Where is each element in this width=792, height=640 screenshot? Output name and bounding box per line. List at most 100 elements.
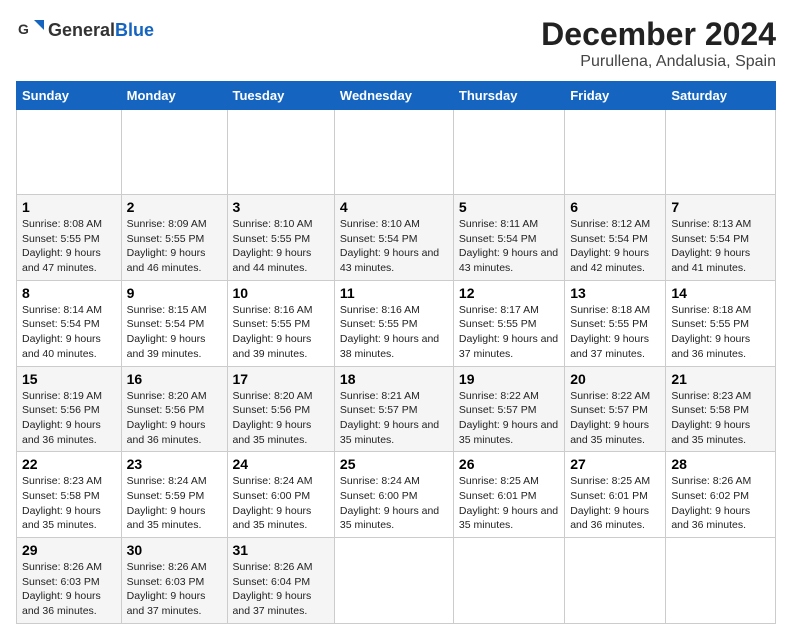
day-info: Sunrise: 8:26 AM Sunset: 6:03 PM Dayligh… [22,560,116,619]
day-number: 30 [127,542,222,558]
day-cell-22: 22 Sunrise: 8:23 AM Sunset: 5:58 PM Dayli… [17,452,122,538]
col-header-tuesday: Tuesday [227,82,334,110]
week-row-1: 1 Sunrise: 8:08 AM Sunset: 5:55 PM Daylig… [17,195,776,281]
day-number: 28 [671,456,770,472]
day-cell-empty [666,538,776,624]
logo-blue: Blue [115,20,154,40]
day-cell-11: 11 Sunrise: 8:16 AM Sunset: 5:55 PM Dayli… [334,280,453,366]
day-cell-empty [666,110,776,195]
day-cell-9: 9Sunrise: 8:15 AM Sunset: 5:54 PM Daylig… [121,280,227,366]
day-cell-4: 4 Sunrise: 8:10 AM Sunset: 5:54 PM Daylig… [334,195,453,281]
day-info: Sunrise: 8:20 AM Sunset: 5:56 PM Dayligh… [233,389,329,448]
title-area: December 2024 Purullena, Andalusia, Spai… [541,16,776,71]
day-number: 5 [459,199,559,215]
day-cell-empty [565,110,666,195]
logo-icon: G [16,16,44,44]
day-number: 27 [570,456,660,472]
day-number: 25 [340,456,448,472]
day-number: 24 [233,456,329,472]
day-number: 13 [570,285,660,301]
day-cell-23: 23Sunrise: 8:24 AM Sunset: 5:59 PM Dayli… [121,452,227,538]
col-header-friday: Friday [565,82,666,110]
col-header-monday: Monday [121,82,227,110]
day-number: 3 [233,199,329,215]
day-info: Sunrise: 8:17 AM Sunset: 5:55 PM Dayligh… [459,303,559,362]
day-cell-2: 2Sunrise: 8:09 AM Sunset: 5:55 PM Daylig… [121,195,227,281]
day-cell-empty [334,538,453,624]
day-info: Sunrise: 8:23 AM Sunset: 5:58 PM Dayligh… [22,474,116,533]
day-info: Sunrise: 8:25 AM Sunset: 6:01 PM Dayligh… [570,474,660,533]
day-cell-empty [565,538,666,624]
day-cell-6: 6 Sunrise: 8:12 AM Sunset: 5:54 PM Daylig… [565,195,666,281]
day-info: Sunrise: 8:24 AM Sunset: 6:00 PM Dayligh… [340,474,448,533]
day-cell-empty [17,110,122,195]
svg-text:G: G [18,21,29,37]
day-cell-3: 3 Sunrise: 8:10 AM Sunset: 5:55 PM Daylig… [227,195,334,281]
day-info: Sunrise: 8:14 AM Sunset: 5:54 PM Dayligh… [22,303,116,362]
day-cell-18: 18 Sunrise: 8:21 AM Sunset: 5:57 PM Dayli… [334,366,453,452]
day-number: 6 [570,199,660,215]
day-number: 17 [233,371,329,387]
day-info: Sunrise: 8:26 AM Sunset: 6:02 PM Dayligh… [671,474,770,533]
logo: G GeneralBlue [16,16,154,44]
day-cell-25: 25 Sunrise: 8:24 AM Sunset: 6:00 PM Dayli… [334,452,453,538]
day-cell-31: 31Sunrise: 8:26 AM Sunset: 6:04 PM Dayli… [227,538,334,624]
day-number: 21 [671,371,770,387]
day-number: 4 [340,199,448,215]
day-info: Sunrise: 8:23 AM Sunset: 5:58 PM Dayligh… [671,389,770,448]
main-title: December 2024 [541,16,776,53]
day-info: Sunrise: 8:12 AM Sunset: 5:54 PM Dayligh… [570,217,660,276]
day-cell-20: 20Sunrise: 8:22 AM Sunset: 5:57 PM Dayli… [565,366,666,452]
week-row-3: 15Sunrise: 8:19 AM Sunset: 5:56 PM Dayli… [17,366,776,452]
col-header-saturday: Saturday [666,82,776,110]
subtitle: Purullena, Andalusia, Spain [541,53,776,71]
day-info: Sunrise: 8:20 AM Sunset: 5:56 PM Dayligh… [127,389,222,448]
day-info: Sunrise: 8:10 AM Sunset: 5:55 PM Dayligh… [233,217,329,276]
day-number: 8 [22,285,116,301]
day-info: Sunrise: 8:21 AM Sunset: 5:57 PM Dayligh… [340,389,448,448]
day-info: Sunrise: 8:18 AM Sunset: 5:55 PM Dayligh… [570,303,660,362]
day-info: Sunrise: 8:22 AM Sunset: 5:57 PM Dayligh… [459,389,559,448]
day-info: Sunrise: 8:10 AM Sunset: 5:54 PM Dayligh… [340,217,448,276]
day-number: 15 [22,371,116,387]
day-number: 1 [22,199,116,215]
day-info: Sunrise: 8:08 AM Sunset: 5:55 PM Dayligh… [22,217,116,276]
day-number: 26 [459,456,559,472]
week-row-4: 22 Sunrise: 8:23 AM Sunset: 5:58 PM Dayli… [17,452,776,538]
day-info: Sunrise: 8:26 AM Sunset: 6:03 PM Dayligh… [127,560,222,619]
day-cell-8: 8 Sunrise: 8:14 AM Sunset: 5:54 PM Daylig… [17,280,122,366]
day-number: 10 [233,285,329,301]
day-info: Sunrise: 8:18 AM Sunset: 5:55 PM Dayligh… [671,303,770,362]
calendar-table: SundayMondayTuesdayWednesdayThursdayFrid… [16,81,776,624]
day-cell-13: 13 Sunrise: 8:18 AM Sunset: 5:55 PM Dayli… [565,280,666,366]
day-info: Sunrise: 8:25 AM Sunset: 6:01 PM Dayligh… [459,474,559,533]
week-row-2: 8 Sunrise: 8:14 AM Sunset: 5:54 PM Daylig… [17,280,776,366]
day-cell-7: 7 Sunrise: 8:13 AM Sunset: 5:54 PM Daylig… [666,195,776,281]
day-cell-19: 19Sunrise: 8:22 AM Sunset: 5:57 PM Dayli… [453,366,564,452]
day-cell-5: 5Sunrise: 8:11 AM Sunset: 5:54 PM Daylig… [453,195,564,281]
day-cell-empty [334,110,453,195]
day-number: 18 [340,371,448,387]
day-info: Sunrise: 8:09 AM Sunset: 5:55 PM Dayligh… [127,217,222,276]
col-header-wednesday: Wednesday [334,82,453,110]
day-number: 7 [671,199,770,215]
day-cell-16: 16 Sunrise: 8:20 AM Sunset: 5:56 PM Dayli… [121,366,227,452]
day-number: 14 [671,285,770,301]
day-cell-empty [453,110,564,195]
day-number: 22 [22,456,116,472]
day-info: Sunrise: 8:16 AM Sunset: 5:55 PM Dayligh… [233,303,329,362]
day-number: 11 [340,285,448,301]
col-header-thursday: Thursday [453,82,564,110]
day-info: Sunrise: 8:22 AM Sunset: 5:57 PM Dayligh… [570,389,660,448]
day-cell-10: 10 Sunrise: 8:16 AM Sunset: 5:55 PM Dayli… [227,280,334,366]
day-info: Sunrise: 8:26 AM Sunset: 6:04 PM Dayligh… [233,560,329,619]
col-header-sunday: Sunday [17,82,122,110]
day-number: 16 [127,371,222,387]
day-cell-26: 26 Sunrise: 8:25 AM Sunset: 6:01 PM Dayli… [453,452,564,538]
day-number: 12 [459,285,559,301]
day-info: Sunrise: 8:16 AM Sunset: 5:55 PM Dayligh… [340,303,448,362]
day-cell-empty [453,538,564,624]
day-info: Sunrise: 8:13 AM Sunset: 5:54 PM Dayligh… [671,217,770,276]
day-cell-17: 17 Sunrise: 8:20 AM Sunset: 5:56 PM Dayli… [227,366,334,452]
week-row-0 [17,110,776,195]
